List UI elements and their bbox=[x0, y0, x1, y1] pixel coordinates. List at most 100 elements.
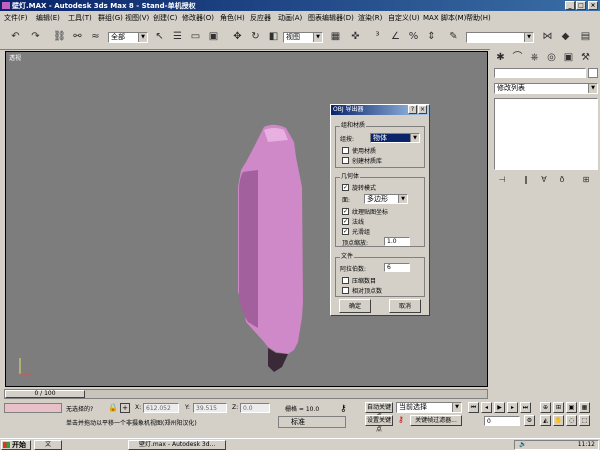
taskbar-item-text[interactable]: 文 bbox=[34, 440, 62, 450]
pin-stack-icon[interactable]: ⊣ bbox=[496, 174, 508, 186]
normals-checkbox[interactable]: ✓ bbox=[342, 218, 349, 225]
menu-views[interactable]: 视图(V) bbox=[125, 13, 149, 23]
menu-help[interactable]: 帮助(H) bbox=[466, 13, 491, 23]
group-by-dropdown[interactable]: 物体 ▼ bbox=[370, 133, 420, 143]
zoom-extents-all-icon[interactable]: ▦ bbox=[579, 402, 590, 413]
close-button[interactable]: × bbox=[588, 1, 598, 10]
current-frame-field[interactable]: 0 bbox=[484, 416, 520, 426]
motion-tab-icon[interactable]: ◎ bbox=[545, 50, 558, 65]
select-by-name-icon[interactable]: ☰ bbox=[170, 29, 185, 44]
go-to-end-icon[interactable]: ⏭ bbox=[520, 402, 531, 413]
play-icon[interactable]: ▶ bbox=[494, 402, 505, 413]
show-end-result-icon[interactable]: ‖ bbox=[520, 174, 532, 186]
maximize-button[interactable]: □ bbox=[576, 1, 586, 10]
undo-icon[interactable]: ↶ bbox=[8, 29, 23, 44]
window-crossing-icon[interactable]: ▣ bbox=[206, 29, 221, 44]
menu-tools[interactable]: 工具(T) bbox=[68, 13, 92, 23]
object-color-swatch[interactable] bbox=[588, 68, 598, 78]
display-tab-icon[interactable]: ▣ bbox=[562, 50, 575, 65]
ime-toolbar[interactable]: 标准 bbox=[278, 416, 346, 428]
menu-animation[interactable]: 动画(A) bbox=[278, 13, 302, 23]
minimize-button[interactable]: _ bbox=[565, 1, 575, 10]
menu-create[interactable]: 创建(C) bbox=[153, 13, 177, 23]
menu-customize[interactable]: 自定义(U) bbox=[388, 13, 420, 23]
menu-group[interactable]: 群组(G) bbox=[98, 13, 123, 23]
make-unique-icon[interactable]: ∀ bbox=[538, 174, 550, 186]
start-button[interactable]: 开始 bbox=[1, 440, 31, 450]
hierarchy-tab-icon[interactable]: ⎈ bbox=[528, 50, 541, 65]
angle-snap-icon[interactable]: ∠ bbox=[388, 29, 403, 44]
key-mode-dropdown[interactable]: 当前选择 ▼ bbox=[396, 402, 462, 413]
menu-maxscript[interactable]: MAX 脚本(M) bbox=[423, 13, 466, 23]
zoom-all-icon[interactable]: ⊞ bbox=[553, 402, 564, 413]
menu-modifiers[interactable]: 修改器(O) bbox=[182, 13, 214, 23]
select-object-icon[interactable]: ↖ bbox=[152, 29, 167, 44]
previous-frame-icon[interactable]: ◂ bbox=[481, 402, 492, 413]
compress-numbers-checkbox[interactable] bbox=[342, 277, 349, 284]
auto-key-button[interactable]: 自动关键点 bbox=[365, 402, 393, 420]
redo-icon[interactable]: ↷ bbox=[28, 29, 43, 44]
select-manipulate-icon[interactable]: ✜ bbox=[348, 29, 363, 44]
go-to-start-icon[interactable]: ⏮ bbox=[468, 402, 479, 413]
bind-space-warp-icon[interactable]: ≈ bbox=[88, 29, 103, 44]
dialog-close-button[interactable]: × bbox=[418, 105, 427, 114]
time-slider-thumb[interactable]: 0 / 100 bbox=[5, 390, 85, 398]
menu-file[interactable]: 文件(F) bbox=[4, 13, 28, 23]
time-config-icon[interactable]: ⚙ bbox=[524, 415, 535, 426]
taskbar-item-3dsmax[interactable]: 壁灯.max - Autodesk 3d... bbox=[128, 440, 226, 450]
rect-selection-icon[interactable]: ▭ bbox=[188, 29, 203, 44]
time-slider[interactable]: 0 / 100 bbox=[4, 389, 488, 399]
named-selection-icon[interactable]: ✎ bbox=[446, 29, 461, 44]
modify-tab-icon[interactable]: ⌒ bbox=[511, 50, 524, 65]
zoom-extents-icon[interactable]: ▣ bbox=[566, 402, 577, 413]
faces-dropdown[interactable]: 多边形 ▼ bbox=[364, 194, 408, 204]
next-frame-icon[interactable]: ▸ bbox=[507, 402, 518, 413]
y-coordinate-field[interactable]: 39.515 bbox=[193, 403, 227, 413]
relative-vertices-checkbox[interactable] bbox=[342, 287, 349, 294]
dialog-help-button[interactable]: ? bbox=[408, 105, 417, 114]
object-name-field[interactable] bbox=[494, 68, 586, 78]
lock-selection-icon[interactable]: 🔒 bbox=[108, 403, 118, 412]
pivot-center-icon[interactable]: ▦ bbox=[328, 29, 343, 44]
z-coordinate-field[interactable]: 0.0 bbox=[240, 403, 270, 413]
absolute-mode-icon[interactable]: + bbox=[120, 403, 130, 413]
smoothing-groups-checkbox[interactable]: ✓ bbox=[342, 228, 349, 235]
key-icon[interactable]: ⚷ bbox=[340, 404, 347, 414]
field-of-view-icon[interactable]: ◭ bbox=[540, 415, 551, 426]
x-coordinate-field[interactable]: 612.052 bbox=[143, 403, 179, 413]
clock[interactable]: 11:12 bbox=[578, 441, 595, 448]
arc-rotate-icon[interactable]: ◌ bbox=[566, 415, 577, 426]
menu-character[interactable]: 角色(H) bbox=[220, 13, 245, 23]
digits-input[interactable]: 6 bbox=[384, 263, 410, 272]
layer-manager-icon[interactable]: ▤ bbox=[578, 29, 593, 44]
move-icon[interactable]: ✥ bbox=[230, 29, 245, 44]
modifier-stack[interactable] bbox=[494, 98, 598, 170]
spinner-snap-icon[interactable]: ⇕ bbox=[424, 29, 439, 44]
link-icon[interactable]: ⛓ bbox=[52, 29, 67, 44]
named-selection-sets-dropdown[interactable]: ▼ bbox=[466, 32, 534, 43]
menu-rendering[interactable]: 渲染(R) bbox=[358, 13, 382, 23]
zoom-icon[interactable]: ⊕ bbox=[540, 402, 551, 413]
menu-graph-editors[interactable]: 图表编辑器(D) bbox=[308, 13, 354, 23]
maxscript-listener-field[interactable] bbox=[4, 403, 62, 413]
texture-coords-checkbox[interactable]: ✓ bbox=[342, 208, 349, 215]
volume-icon[interactable]: 🔊 bbox=[519, 441, 526, 449]
menu-reactor[interactable]: 反应器 bbox=[250, 13, 271, 23]
ok-button[interactable]: 确定 bbox=[339, 299, 371, 313]
unlink-icon[interactable]: ⚯ bbox=[70, 29, 85, 44]
create-material-lib-checkbox[interactable] bbox=[342, 157, 349, 164]
vertex-scale-input[interactable]: 1.0 bbox=[384, 237, 410, 246]
mirror-icon[interactable]: ⋈ bbox=[540, 29, 555, 44]
modifier-list-dropdown[interactable]: 修改列表 ▼ bbox=[494, 83, 598, 94]
maximize-viewport-icon[interactable]: ⬚ bbox=[579, 415, 590, 426]
rotate-model-checkbox[interactable]: ✓ bbox=[342, 184, 349, 191]
rotate-icon[interactable]: ↻ bbox=[248, 29, 263, 44]
remove-modifier-icon[interactable]: ð bbox=[556, 174, 568, 186]
create-tab-icon[interactable]: ✱ bbox=[494, 50, 507, 65]
configure-modifier-sets-icon[interactable]: ⊞ bbox=[580, 174, 592, 186]
selection-filter-dropdown[interactable]: 全部 ▼ bbox=[108, 32, 148, 43]
menu-edit[interactable]: 编辑(E) bbox=[36, 13, 60, 23]
key-filters-button[interactable]: 关键帧过滤器... bbox=[410, 415, 462, 426]
set-key-icon[interactable]: ⚷ bbox=[398, 415, 404, 424]
utilities-tab-icon[interactable]: ⚒ bbox=[579, 50, 592, 65]
